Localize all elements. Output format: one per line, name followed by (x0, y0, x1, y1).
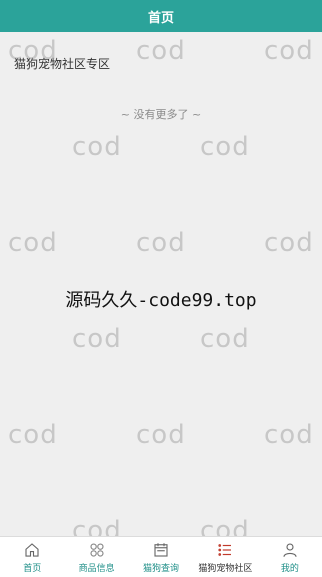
user-icon (283, 543, 297, 557)
watermark-text: cod (264, 228, 314, 258)
watermark-text: cod (200, 132, 250, 162)
page-title: 首页 (147, 10, 174, 26)
tab-mine[interactable]: 我的 (258, 537, 322, 577)
tab-label: 猫狗宠物社区 (198, 564, 253, 574)
tab-label: 猫狗查询 (143, 564, 180, 574)
tab-home[interactable]: 首页 (0, 537, 64, 577)
watermark-text: cod (136, 36, 186, 66)
watermark-text: cod (200, 324, 250, 354)
watermark-text: cod (72, 324, 122, 354)
no-more-text: ~ 没有更多了 ~ (120, 108, 202, 121)
grid-icon (90, 543, 104, 557)
watermark-text: cod (72, 132, 122, 162)
watermark-center: 源码久久-code99.top (65, 290, 257, 311)
tab-label: 我的 (280, 564, 299, 574)
tab-bar: 首页 商品信息 猫狗查询 猫狗宠物社区 我的 (0, 536, 322, 577)
watermark-text: cod (264, 420, 314, 450)
home-icon (25, 543, 39, 557)
tab-pet-search[interactable]: 猫狗查询 (129, 537, 193, 577)
watermark-text: cod (136, 228, 186, 258)
section-title: 猫狗宠物社区专区 (14, 57, 111, 71)
calendar-icon (154, 543, 168, 557)
watermark-text: cod (8, 420, 58, 450)
watermark-text: cod (264, 36, 314, 66)
tab-products[interactable]: 商品信息 (64, 537, 128, 577)
tab-community[interactable]: 猫狗宠物社区 (193, 537, 257, 577)
watermark-text: cod (8, 228, 58, 258)
watermark-text: cod (136, 420, 186, 450)
tab-label: 首页 (23, 564, 42, 574)
list-icon (218, 544, 232, 556)
tab-label: 商品信息 (78, 564, 115, 574)
header-bar: 首页 (0, 0, 322, 32)
